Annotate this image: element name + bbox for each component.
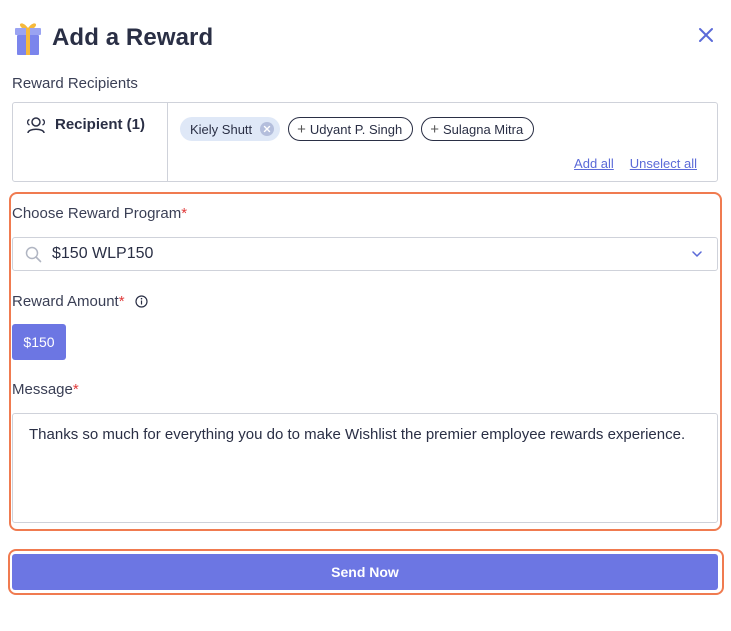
recipients-label: Reward Recipients <box>12 75 138 92</box>
add-recipient-chip[interactable]: + Udyant P. Singh <box>288 117 414 141</box>
program-label: Choose Reward Program* <box>12 205 187 222</box>
program-label-text: Choose Reward Program <box>12 205 182 222</box>
selected-recipient-chip: Kiely Shutt <box>180 117 281 141</box>
close-icon[interactable] <box>695 24 717 46</box>
gift-icon <box>15 23 41 55</box>
send-now-button[interactable]: Send Now <box>12 554 718 590</box>
chevron-down-icon[interactable] <box>691 249 703 259</box>
amount-label-text: Reward Amount <box>12 293 119 310</box>
required-mark: * <box>72 381 79 398</box>
program-value: $150 WLP150 <box>52 245 154 262</box>
required-mark: * <box>181 205 188 222</box>
recipients-list: Kiely Shutt + Udyant P. Singh + Sulagna … <box>168 103 717 181</box>
search-icon <box>25 246 42 262</box>
recipient-chips: Kiely Shutt + Udyant P. Singh + Sulagna … <box>180 117 717 141</box>
message-label: Message* <box>12 381 79 398</box>
remove-icon[interactable] <box>260 122 275 136</box>
plus-icon: + <box>297 120 306 138</box>
modal-header: Add a Reward <box>12 18 213 58</box>
amount-label: Reward Amount* <box>12 293 148 310</box>
plus-icon: + <box>430 120 439 138</box>
chip-label: Kiely Shutt <box>190 121 253 137</box>
message-textarea[interactable]: Thanks so much for everything you do to … <box>12 413 718 523</box>
add-recipient-chip[interactable]: + Sulagna Mitra <box>421 117 535 141</box>
required-mark: * <box>118 293 125 310</box>
unselect-all-link[interactable]: Unselect all <box>630 156 697 171</box>
amount-option-button[interactable]: $150 <box>12 324 66 360</box>
recipient-actions: Add all Unselect all <box>574 156 697 171</box>
info-icon[interactable] <box>135 295 148 308</box>
recipients-count-cell: Recipient (1) <box>13 103 168 181</box>
message-label-text: Message <box>12 381 73 398</box>
recipient-count: Recipient (1) <box>55 116 146 133</box>
people-icon <box>26 117 46 134</box>
add-all-link[interactable]: Add all <box>574 156 614 171</box>
recipients-box: Recipient (1) Kiely Shutt + Udyant P. Si… <box>12 102 718 182</box>
page-title: Add a Reward <box>52 24 214 51</box>
chip-label: Udyant P. Singh <box>309 121 403 137</box>
reward-program-select[interactable]: $150 WLP150 <box>12 237 718 271</box>
chip-label: Sulagna Mitra <box>442 121 524 137</box>
